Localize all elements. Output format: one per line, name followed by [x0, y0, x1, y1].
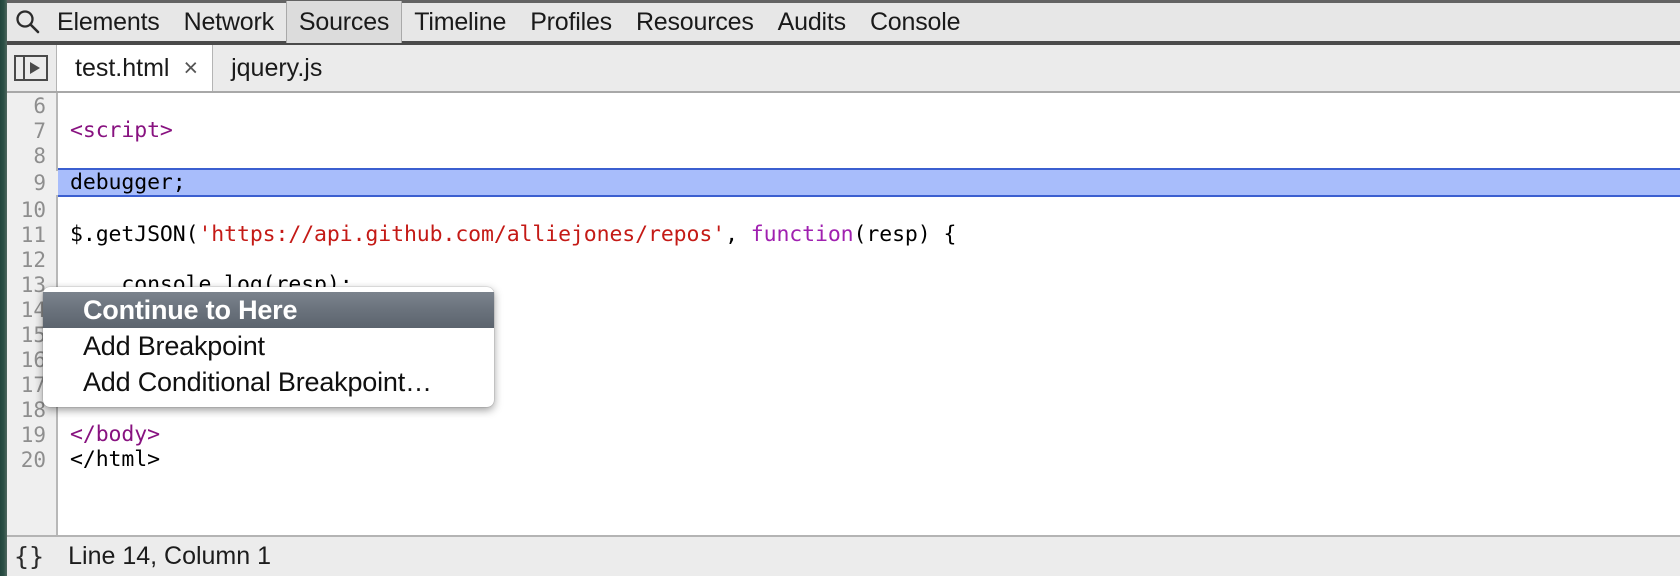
close-icon[interactable]: × [183, 55, 198, 81]
cursor-position-text: Line 14, Column 1 [68, 542, 272, 570]
tab-console[interactable]: Console [858, 1, 972, 43]
tab-timeline[interactable]: Timeline [402, 1, 518, 43]
code-line[interactable]: 8 [0, 143, 1680, 168]
code-line[interactable]: 10 [0, 197, 1680, 222]
pretty-print-icon[interactable]: {} [14, 542, 44, 571]
code-token: $.getJSON( [70, 222, 199, 247]
line-number[interactable]: 12 [0, 248, 58, 272]
line-number[interactable]: 9 [0, 170, 58, 195]
line-number[interactable]: 8 [0, 144, 58, 168]
code-token: <script> [70, 118, 173, 143]
tab-profiles[interactable]: Profiles [518, 1, 624, 43]
tab-resources[interactable]: Resources [624, 1, 766, 43]
code-line[interactable]: 20 </html> [0, 447, 1680, 472]
file-tab-jquery-js[interactable]: jquery.js [213, 45, 336, 91]
code-line[interactable]: 6 [0, 93, 1680, 118]
code-token: (resp) { [853, 222, 957, 247]
code-token: </body> [70, 422, 160, 447]
menu-item-continue-to-here[interactable]: Continue to Here [43, 292, 494, 328]
code-line-text[interactable]: </body> [58, 422, 1680, 447]
tab-sources[interactable]: Sources [285, 1, 403, 43]
code-token: function [750, 222, 854, 247]
code-line-text[interactable]: $.getJSON('https://api.github.com/alliej… [58, 222, 1680, 247]
code-token: debugger; [70, 170, 186, 195]
menu-item-add-conditional-breakpoint[interactable]: Add Conditional Breakpoint… [43, 364, 494, 400]
file-tab-label: jquery.js [231, 53, 323, 82]
window-chrome-edge [0, 0, 7, 576]
line-number[interactable]: 19 [0, 423, 58, 447]
code-line-text[interactable]: <script> [58, 118, 1680, 143]
code-line[interactable]: 9 debugger; [0, 168, 1680, 197]
show-navigator-icon[interactable] [12, 53, 50, 83]
code-line[interactable]: 19 </body> [0, 422, 1680, 447]
file-tab-test-html[interactable]: test.html × [56, 45, 214, 91]
file-tab-label: test.html [75, 53, 170, 82]
code-line[interactable]: 11 $.getJSON('https://api.github.com/alli… [0, 222, 1680, 247]
menu-item-add-breakpoint[interactable]: Add Breakpoint [43, 328, 494, 364]
editor-context-menu: Continue to Here Add Breakpoint Add Cond… [43, 287, 494, 407]
file-tab-bar: test.html × jquery.js [0, 45, 1680, 93]
code-line-text[interactable]: </html> [58, 447, 1680, 472]
search-icon[interactable] [11, 0, 45, 45]
code-token: 'https://api.github.com/alliejones/repos… [198, 222, 726, 247]
tab-elements[interactable]: Elements [45, 1, 172, 43]
devtools-toolbar: Elements Network Sources Timeline Profil… [0, 0, 1680, 45]
code-token: , [725, 222, 751, 247]
code-token: </html> [70, 447, 160, 472]
line-number[interactable]: 7 [0, 119, 58, 143]
code-line[interactable]: 7 <script> [0, 118, 1680, 143]
panel-tab-list: Elements Network Sources Timeline Profil… [45, 1, 972, 43]
line-number[interactable]: 20 [0, 448, 58, 472]
line-number[interactable]: 11 [0, 223, 58, 247]
code-line[interactable]: 12 [0, 247, 1680, 272]
line-number[interactable]: 6 [0, 94, 58, 118]
tab-audits[interactable]: Audits [766, 1, 858, 43]
code-line-text[interactable]: debugger; [58, 170, 1680, 195]
devtools-window: Elements Network Sources Timeline Profil… [0, 0, 1680, 576]
tab-network[interactable]: Network [172, 1, 286, 43]
editor-status-bar: {} Line 14, Column 1 [0, 535, 1680, 576]
line-number[interactable]: 10 [0, 198, 58, 222]
